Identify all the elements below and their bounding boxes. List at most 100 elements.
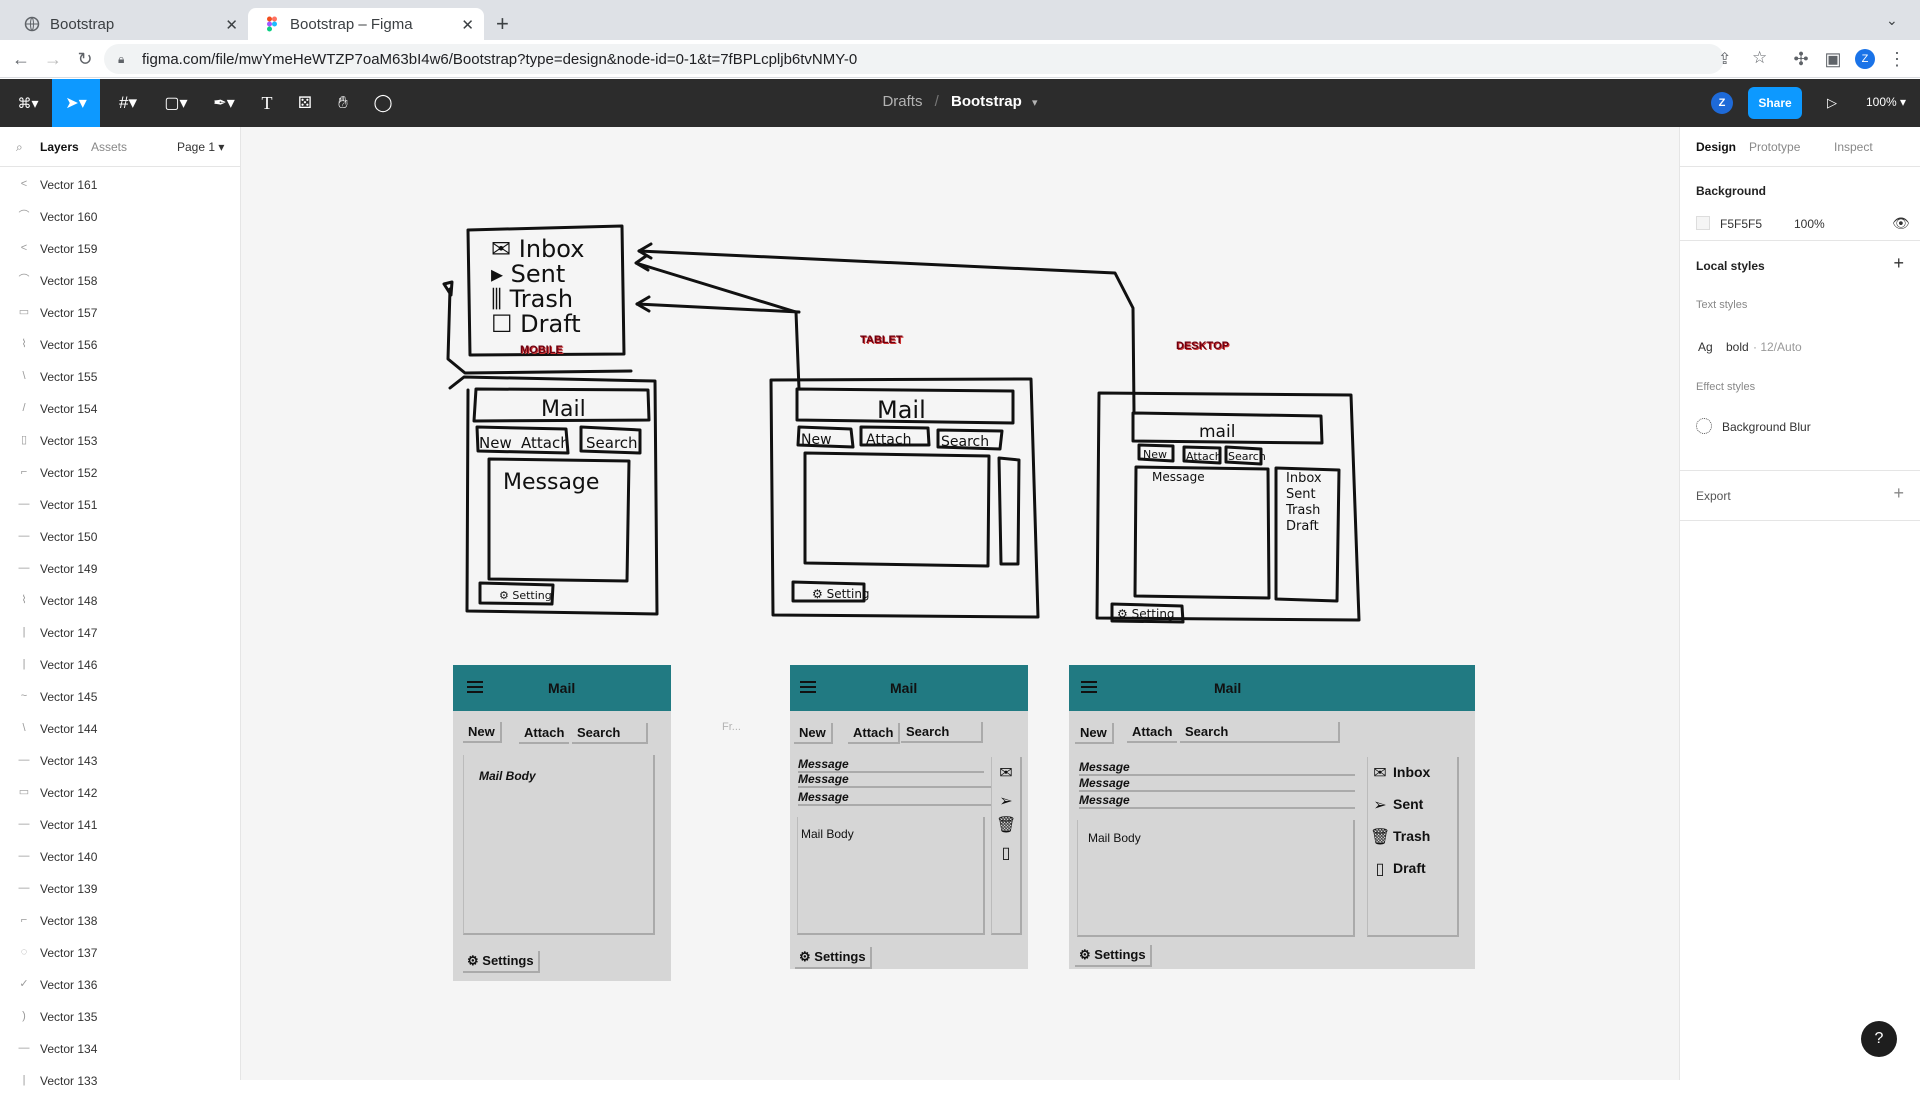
layer-row[interactable]: — Vector 143 <box>0 745 240 777</box>
layer-row[interactable]: — Vector 134 <box>0 1033 240 1065</box>
layer-row[interactable]: ⌒ Vector 158 <box>0 265 240 297</box>
search-icon[interactable]: ⌕ <box>16 140 23 155</box>
file-name[interactable]: Bootstrap <box>951 93 1022 110</box>
tablet-message-1[interactable]: Message <box>798 757 984 773</box>
eye-icon[interactable]: 👁︎ <box>1892 215 1910 232</box>
background-opacity[interactable]: 100% <box>1794 217 1825 231</box>
desktop-settings-button[interactable]: ⚙ Settings <box>1075 945 1152 967</box>
tablet-new-button[interactable]: New <box>794 723 833 744</box>
mobile-attach-button[interactable]: Attach <box>519 723 570 744</box>
nav-inbox[interactable]: Inbox <box>1393 764 1430 780</box>
background-color-swatch[interactable] <box>1696 216 1710 230</box>
layer-row[interactable]: | Vector 146 <box>0 649 240 681</box>
hamburger-menu-icon[interactable] <box>1081 681 1097 693</box>
new-tab-button[interactable]: + <box>496 8 520 40</box>
breadcrumb-drafts[interactable]: Drafts <box>882 93 922 110</box>
nav-sent[interactable]: Sent <box>1393 796 1423 812</box>
layer-row[interactable]: ✓ Vector 136 <box>0 969 240 1001</box>
effect-style-name[interactable]: Background Blur <box>1722 420 1811 434</box>
layer-row[interactable]: | Vector 147 <box>0 617 240 649</box>
back-arrow-icon[interactable]: ← <box>10 48 32 70</box>
layer-row[interactable]: ⌇ Vector 148 <box>0 585 240 617</box>
layer-row[interactable]: ⌇ Vector 156 <box>0 329 240 361</box>
desktop-mockup-frame[interactable]: Mail New Attach Search Message Message M… <box>1069 665 1475 969</box>
layer-row[interactable]: ⌐ Vector 152 <box>0 457 240 489</box>
help-button[interactable]: ? <box>1861 1021 1897 1057</box>
mobile-mockup-frame[interactable]: Mail New Attach Search Mail Body ⚙ Setti… <box>453 665 671 981</box>
extensions-icon[interactable]: ✣ <box>1790 48 1812 70</box>
profile-avatar[interactable]: Z <box>1855 49 1875 69</box>
desktop-new-button[interactable]: New <box>1075 723 1114 744</box>
desktop-message-3[interactable]: Message <box>1079 793 1355 809</box>
tab-design[interactable]: Design <box>1696 140 1736 154</box>
layer-row[interactable]: \ Vector 155 <box>0 361 240 393</box>
mobile-settings-button[interactable]: ⚙ Settings <box>463 951 540 973</box>
page-selector[interactable]: Page 1 ▾ <box>177 140 224 154</box>
layer-row[interactable]: | Vector 133 <box>0 1065 240 1097</box>
user-avatar[interactable]: Z <box>1711 92 1733 114</box>
close-tab-icon[interactable]: ✕ <box>461 16 474 34</box>
layer-row[interactable]: — Vector 140 <box>0 841 240 873</box>
chevron-down-icon[interactable]: ▾ <box>1032 97 1038 109</box>
mobile-mail-body-box[interactable]: Mail Body <box>463 755 655 935</box>
layer-row[interactable]: — Vector 141 <box>0 809 240 841</box>
layer-row[interactable]: \ Vector 144 <box>0 713 240 745</box>
browser-menu-icon[interactable]: ⋮ <box>1886 48 1908 70</box>
tablet-search-button[interactable]: Search <box>901 722 983 743</box>
share-page-icon[interactable]: ⇪ <box>1718 49 1731 69</box>
mobile-search-button[interactable]: Search <box>572 723 648 744</box>
tab-assets[interactable]: Assets <box>91 140 127 154</box>
add-export-plus-icon[interactable]: + <box>1893 483 1904 504</box>
layer-row[interactable]: / Vector 154 <box>0 393 240 425</box>
tab-inspect[interactable]: Inspect <box>1834 140 1873 154</box>
desktop-message-1[interactable]: Message <box>1079 760 1355 776</box>
draft-icon[interactable]: ▯ <box>996 843 1016 863</box>
layer-row[interactable]: ◌ Vector 137 <box>0 937 240 969</box>
layer-row[interactable]: ▭ Vector 157 <box>0 297 240 329</box>
reload-icon[interactable]: ↻ <box>74 48 96 70</box>
share-button[interactable]: Share <box>1748 87 1802 119</box>
layer-row[interactable]: — Vector 151 <box>0 489 240 521</box>
tab-layers[interactable]: Layers <box>40 140 79 154</box>
browser-tab-bootstrap[interactable]: Bootstrap ✕ <box>8 8 248 40</box>
tablet-message-3[interactable]: Message <box>798 790 992 806</box>
close-tab-icon[interactable]: ✕ <box>225 16 238 34</box>
layer-row[interactable]: ⌒ Vector 160 <box>0 201 240 233</box>
tab-search-chevron-icon[interactable]: ⌄ <box>1886 12 1898 29</box>
bookmark-star-icon[interactable]: ☆ <box>1752 48 1767 68</box>
add-style-plus-icon[interactable]: + <box>1893 253 1904 274</box>
present-play-icon[interactable]: ▷ <box>1820 79 1844 127</box>
forward-arrow-icon[interactable]: → <box>42 48 64 70</box>
desktop-search-button[interactable]: Search <box>1180 722 1340 743</box>
side-panel-icon[interactable]: ▣ <box>1822 48 1844 70</box>
tablet-settings-button[interactable]: ⚙ Settings <box>795 947 872 969</box>
layer-row[interactable]: < Vector 161 <box>0 169 240 201</box>
layer-row[interactable]: ~ Vector 145 <box>0 681 240 713</box>
layer-row[interactable]: ▯ Vector 153 <box>0 425 240 457</box>
tablet-message-2[interactable]: Message <box>798 772 992 788</box>
hamburger-menu-icon[interactable] <box>467 681 483 693</box>
background-hex[interactable]: F5F5F5 <box>1720 217 1762 231</box>
nav-draft[interactable]: Draft <box>1393 860 1426 876</box>
address-bar[interactable]: 🔒︎ figma.com/file/mwYmeHeWTZP7oaM63bI4w6… <box>104 44 1767 74</box>
browser-tab-figma[interactable]: Bootstrap – Figma ✕ <box>248 8 484 40</box>
tablet-mail-body-box[interactable]: Mail Body <box>797 817 985 935</box>
tablet-mockup-frame[interactable]: Mail New Attach Search Message Message M… <box>790 665 1028 969</box>
layer-row[interactable]: — Vector 150 <box>0 521 240 553</box>
layer-row[interactable]: ⌐ Vector 138 <box>0 905 240 937</box>
tab-prototype[interactable]: Prototype <box>1749 140 1800 154</box>
layer-row[interactable]: ) Vector 135 <box>0 1001 240 1033</box>
desktop-attach-button[interactable]: Attach <box>1127 722 1178 743</box>
nav-trash[interactable]: Trash <box>1393 828 1430 844</box>
hamburger-menu-icon[interactable] <box>800 681 816 693</box>
design-canvas[interactable]: ✉ Inbox ▸ Sent ⫼ Trash ☐ Draft Mail New … <box>241 127 1679 1080</box>
mobile-new-button[interactable]: New <box>463 722 502 743</box>
send-icon[interactable]: ➢ <box>996 791 1016 811</box>
layer-row[interactable]: — Vector 149 <box>0 553 240 585</box>
layer-row[interactable]: ▭ Vector 142 <box>0 777 240 809</box>
zoom-level[interactable]: 100% ▾ <box>1866 95 1906 109</box>
tablet-attach-button[interactable]: Attach <box>848 723 901 744</box>
text-style-name[interactable]: bold <box>1726 340 1749 354</box>
envelope-icon[interactable]: ✉ <box>996 763 1016 783</box>
layer-row[interactable]: — Vector 139 <box>0 873 240 905</box>
